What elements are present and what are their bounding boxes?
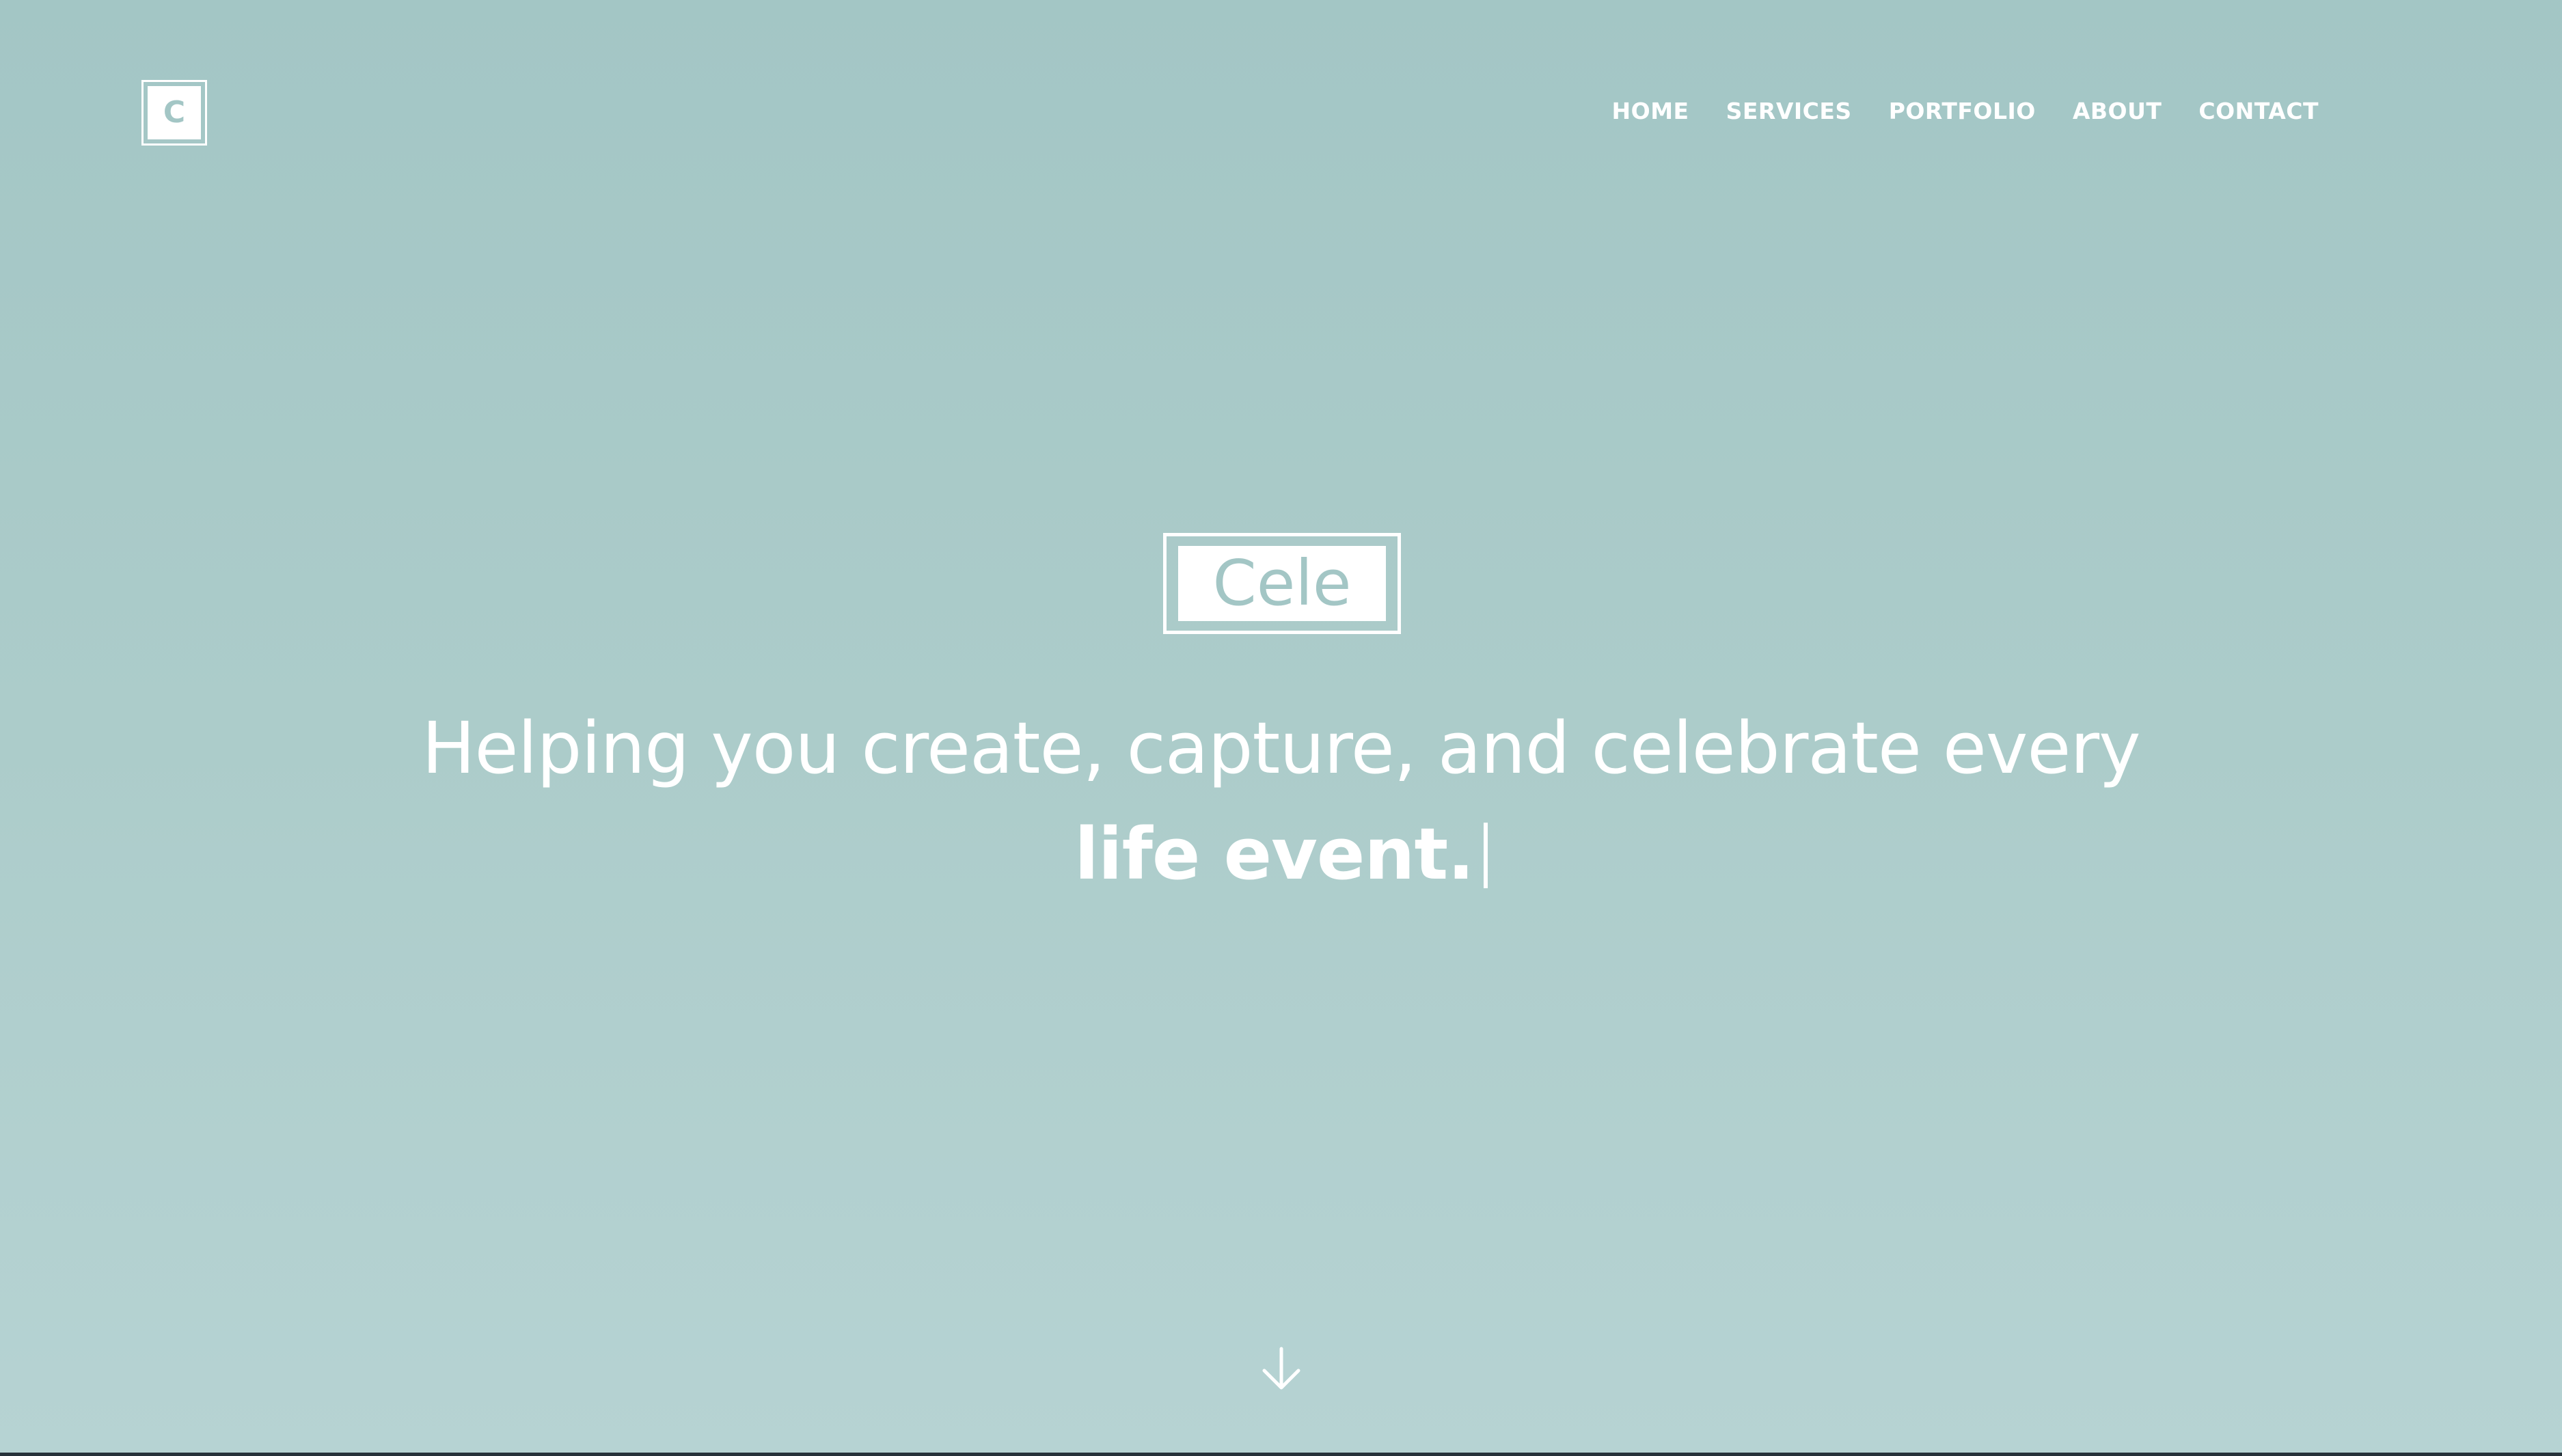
brand-badge: Cele bbox=[1163, 533, 1401, 634]
nav-contact-link[interactable]: CONTACT bbox=[2198, 98, 2319, 124]
bottom-divider bbox=[0, 1453, 2562, 1456]
arrow-down-icon-svg bbox=[1262, 1347, 1300, 1390]
nav-home-link[interactable]: HOME bbox=[1612, 98, 1689, 124]
nav-services-link[interactable]: SERVICES bbox=[1726, 98, 1852, 124]
logo-letter: C bbox=[148, 86, 201, 139]
hero-headline-line2-wrapper: life event. bbox=[0, 810, 2562, 898]
brand-name: Cele bbox=[1178, 546, 1386, 621]
site-logo[interactable]: C bbox=[141, 80, 207, 146]
nav-about-link[interactable]: ABOUT bbox=[2073, 98, 2162, 124]
typing-cursor bbox=[1483, 823, 1488, 888]
nav-portfolio-link[interactable]: PORTFOLIO bbox=[1889, 98, 2036, 124]
hero-headline-line1: Helping you create, capture, and celebra… bbox=[422, 706, 2140, 790]
main-nav: HOME SERVICES PORTFOLIO ABOUT CONTACT bbox=[1612, 98, 2319, 124]
hero-headline-line2: life event. bbox=[1074, 812, 1474, 896]
arrow-down-icon[interactable] bbox=[1260, 1346, 1303, 1391]
